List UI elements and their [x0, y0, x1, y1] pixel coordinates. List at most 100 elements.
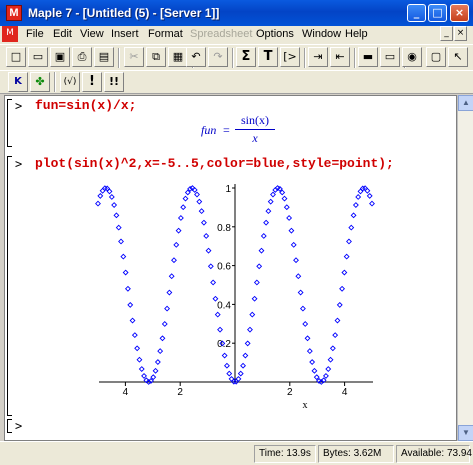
plot-point [329, 345, 336, 352]
plot-point [226, 370, 233, 377]
close-button[interactable]: × [450, 4, 469, 22]
plot-point [346, 238, 352, 245]
plot-point [138, 366, 145, 372]
plot-point [258, 247, 265, 254]
doc-close-button[interactable]: × [454, 26, 467, 41]
indent-section-icon[interactable]: ⇥ [308, 47, 328, 67]
menu-options[interactable]: Options [256, 28, 294, 40]
plot-point [173, 241, 180, 248]
status-available: Available: 73.94 [396, 445, 472, 463]
paste-icon[interactable]: ▦ [168, 47, 188, 67]
plot-point [134, 345, 141, 352]
new-file-icon[interactable]: □ [6, 47, 26, 67]
maximize-button[interactable]: □ [428, 4, 447, 22]
point-plot[interactable]: 4 2 2 4 0.2 0.4 0.6 0.8 1 x [5, 96, 457, 441]
help-cursor-icon[interactable]: ↖ [448, 47, 468, 67]
restart-icon[interactable]: ▭ [380, 47, 400, 67]
plot-point [214, 311, 221, 318]
plot-point [355, 194, 362, 200]
plot-point [304, 335, 311, 342]
plot-point [115, 224, 122, 231]
x-tick-label: 4 [123, 387, 129, 398]
plot-point [350, 212, 357, 219]
outdent-section-icon[interactable]: ⇤ [330, 47, 350, 67]
menu-edit[interactable]: Edit [53, 28, 72, 40]
print-icon[interactable]: ⎙ [72, 47, 92, 67]
document-icon[interactable]: M [2, 26, 18, 42]
plot-point [288, 227, 295, 234]
plot-point [161, 321, 168, 327]
title-bar: M Maple 7 - [Untitled (5) - [Server 1]] … [0, 0, 473, 26]
sqrt-text-button[interactable]: (√) [60, 72, 80, 92]
undo-icon[interactable]: ↶ [186, 47, 206, 67]
plot-point [237, 370, 244, 377]
stop-execution-icon[interactable]: ▢ [426, 47, 446, 67]
scroll-up-arrow-icon[interactable]: ▲ [458, 95, 473, 111]
menu-help[interactable]: Help [345, 28, 368, 40]
plot-point [251, 295, 258, 302]
plot-axes: 4 2 2 4 0.2 0.4 0.6 0.8 1 x [99, 184, 373, 411]
toolbar-separator [354, 48, 356, 68]
plot-point [267, 198, 274, 205]
copy-icon[interactable]: ⧉ [146, 47, 166, 67]
worksheet[interactable]: > fun=sin(x)/x; fun = sin(x) x > plot(si… [4, 95, 457, 441]
prompt: > [15, 419, 23, 433]
print-preview-icon[interactable]: ▤ [94, 47, 114, 67]
menu-window[interactable]: Window [302, 28, 341, 40]
maple-app-icon[interactable]: M [6, 5, 22, 21]
doc-minimize-button[interactable]: _ [440, 26, 453, 41]
plot-point [164, 305, 171, 312]
plot-point [286, 215, 293, 221]
plot-point [306, 348, 313, 355]
plot-point [309, 359, 316, 365]
plot-point [171, 257, 177, 264]
y-tick-label: 0.4 [217, 300, 231, 311]
menu-insert[interactable]: Insert [111, 28, 139, 40]
plot-point [118, 238, 124, 245]
plot-point [175, 227, 182, 234]
menu-spreadsheet[interactable]: Spreadsheet [190, 28, 252, 40]
open-folder-icon[interactable]: ▭ [28, 47, 48, 67]
maple-leaf-icon[interactable]: ✤ [30, 72, 50, 92]
context-toolbar: K ✤ (√) ! !! [0, 70, 473, 94]
globe-icon[interactable]: ◉ [402, 47, 422, 67]
redo-icon[interactable]: ↷ [208, 47, 228, 67]
maple-notation-k-button[interactable]: K [8, 72, 28, 92]
insert-prompt-icon[interactable]: [> [280, 47, 300, 67]
plot-point [369, 200, 375, 207]
plot-point [200, 219, 207, 226]
interrupt-icon[interactable]: ▬ [358, 47, 378, 67]
menu-format[interactable]: Format [148, 28, 183, 40]
status-bar: Time: 13.9s Bytes: 3.62M Available: 73.9… [0, 441, 473, 465]
plot-point [242, 352, 249, 359]
plot-point [336, 301, 343, 308]
minimize-button[interactable]: _ [407, 4, 426, 22]
save-icon[interactable]: ▣ [50, 47, 70, 67]
plot-point [196, 198, 203, 205]
menu-file[interactable]: File [26, 28, 44, 40]
status-bytes: Bytes: 3.62M [318, 445, 394, 463]
plot-point [311, 367, 318, 374]
text-input-t-icon[interactable]: T [258, 47, 278, 67]
plot-point [348, 224, 355, 231]
plot-point [99, 187, 106, 194]
plot-point [366, 192, 373, 199]
plot-point [281, 195, 288, 202]
plot-point [302, 321, 309, 327]
scroll-down-arrow-icon[interactable]: ▼ [458, 425, 473, 441]
toolbar-separator [304, 48, 306, 68]
status-time: Time: 13.9s [254, 445, 316, 463]
execute-button[interactable]: ! [82, 72, 102, 92]
math-input-sigma-icon[interactable]: Σ [236, 47, 256, 67]
plot-point [127, 301, 134, 308]
toolbar-separator [118, 48, 120, 68]
vertical-scrollbar[interactable]: ▲ ▼ [457, 95, 473, 441]
execute-all-button[interactable]: !! [104, 72, 124, 92]
plot-point [203, 233, 210, 239]
cut-icon[interactable]: ✂ [124, 47, 144, 67]
plot-point [364, 187, 371, 194]
toolbar-separator [54, 72, 56, 92]
plot-point [224, 362, 230, 369]
execution-group-bracket[interactable] [7, 419, 12, 433]
menu-view[interactable]: View [80, 28, 104, 40]
